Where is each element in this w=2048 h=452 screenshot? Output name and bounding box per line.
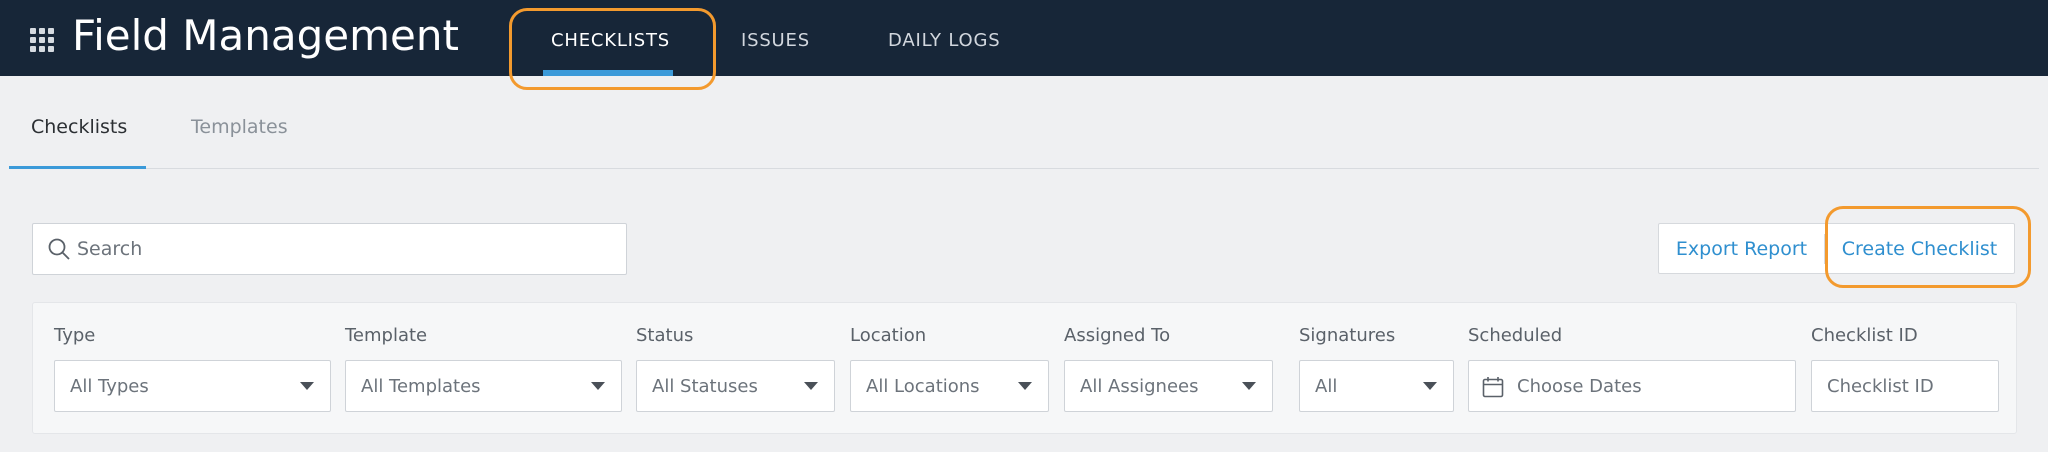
signatures-select[interactable]: All (1299, 360, 1454, 412)
status-select-value: All Statuses (652, 376, 758, 397)
type-select-value: All Types (70, 376, 149, 397)
caret-down-icon (1242, 382, 1256, 390)
filter-label-checklist-id: Checklist ID (1811, 325, 1918, 346)
search-box (32, 223, 627, 275)
subtab-divider (9, 168, 2039, 169)
action-buttons: Export Report Create Checklist (1658, 223, 2015, 274)
signatures-select-value: All (1315, 376, 1338, 397)
caret-down-icon (300, 382, 314, 390)
filter-label-assigned-to: Assigned To (1064, 325, 1171, 346)
subtab-checklists[interactable]: Checklists (31, 116, 127, 138)
caret-down-icon (1018, 382, 1032, 390)
scheduled-date-picker[interactable]: Choose Dates (1468, 360, 1796, 412)
location-select-value: All Locations (866, 376, 980, 397)
active-tab-indicator (543, 70, 673, 76)
filter-label-status: Status (636, 325, 694, 346)
subtab-templates[interactable]: Templates (191, 116, 288, 138)
caret-down-icon (591, 382, 605, 390)
assigned-to-select[interactable]: All Assignees (1064, 360, 1273, 412)
tab-issues[interactable]: ISSUES (741, 30, 810, 51)
app-title: Field Management (72, 11, 459, 60)
tab-checklists[interactable]: CHECKLISTS (551, 30, 670, 51)
filter-label-signatures: Signatures (1299, 325, 1396, 346)
filter-label-scheduled: Scheduled (1468, 325, 1563, 346)
create-checklist-button[interactable]: Create Checklist (1825, 224, 2014, 273)
top-bar: Field Management CHECKLISTS ISSUES DAILY… (0, 0, 2048, 76)
caret-down-icon (1423, 382, 1437, 390)
calendar-icon (1482, 377, 1504, 398)
filter-label-location: Location (850, 325, 927, 346)
search-input[interactable] (77, 234, 617, 264)
filter-label-template: Template (345, 325, 428, 346)
template-select[interactable]: All Templates (345, 360, 622, 412)
checklist-id-placeholder: Checklist ID (1827, 376, 1934, 397)
active-subtab-indicator (9, 166, 146, 169)
search-icon (48, 238, 70, 260)
type-select[interactable]: All Types (54, 360, 331, 412)
export-report-button[interactable]: Export Report (1659, 224, 1824, 273)
app-grid-icon[interactable] (30, 28, 54, 52)
scheduled-value: Choose Dates (1517, 376, 1642, 397)
assigned-to-select-value: All Assignees (1080, 376, 1199, 397)
caret-down-icon (804, 382, 818, 390)
tab-daily-logs[interactable]: DAILY LOGS (888, 30, 1000, 51)
filter-label-type: Type (54, 325, 96, 346)
checklist-id-field[interactable]: Checklist ID (1811, 360, 1999, 412)
status-select[interactable]: All Statuses (636, 360, 835, 412)
location-select[interactable]: All Locations (850, 360, 1049, 412)
template-select-value: All Templates (361, 376, 481, 397)
